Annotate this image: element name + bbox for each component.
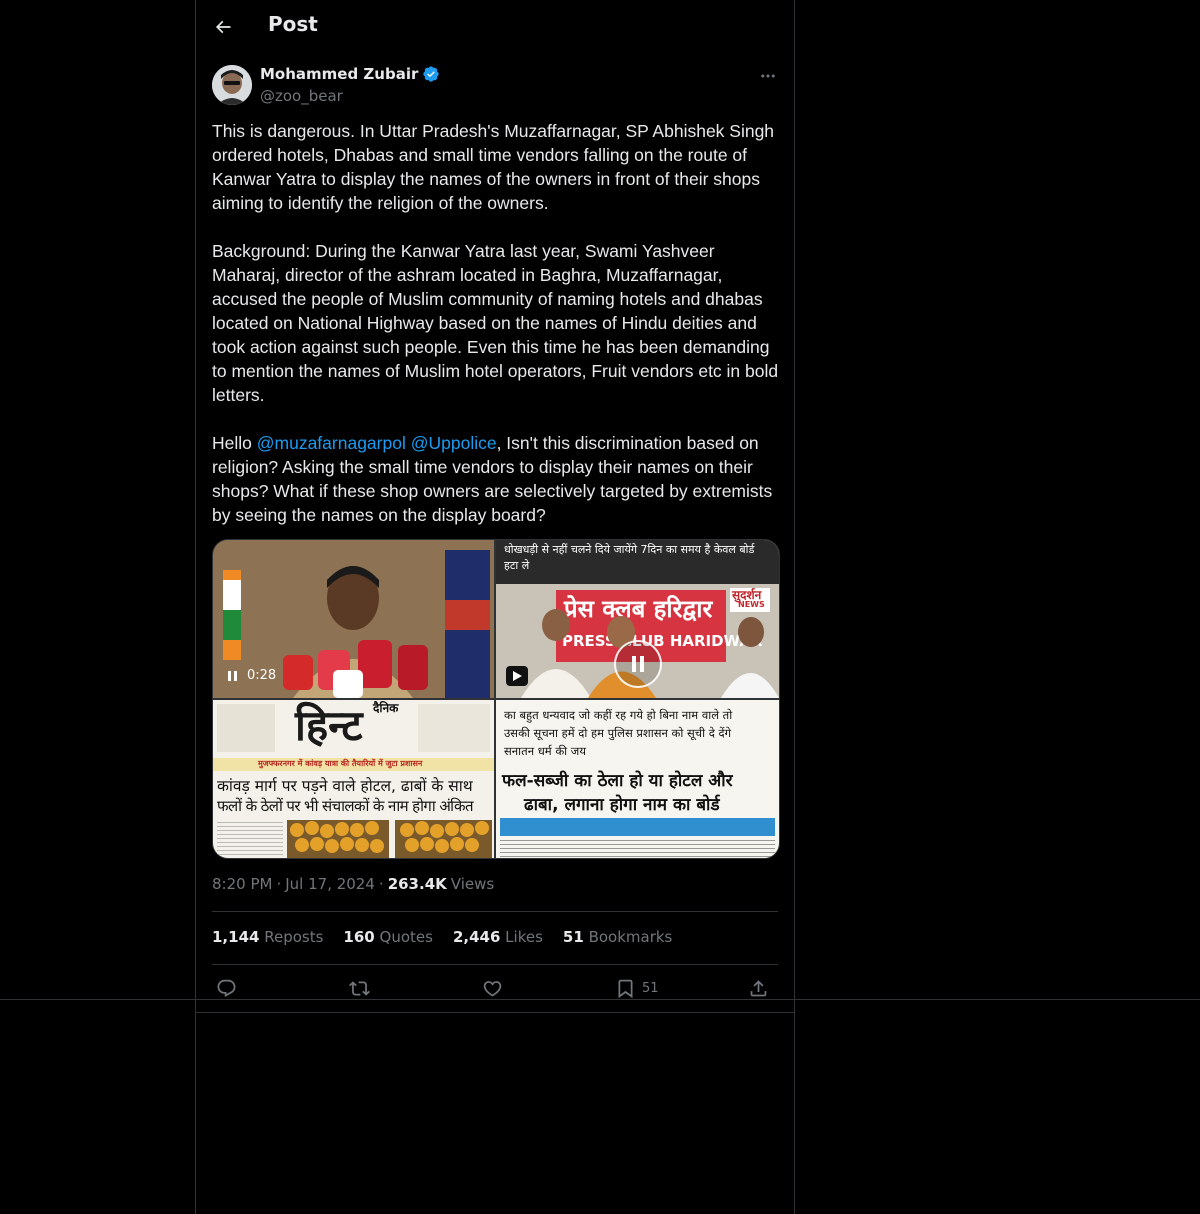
- clipping-headline: फल-सब्जी का ठेला हो या होटल और: [502, 771, 733, 791]
- bookmarks-stat[interactable]: 51 Bookmarks: [563, 928, 672, 946]
- author-name-text[interactable]: Mohammed Zubair: [260, 65, 418, 83]
- clipping-text: का बहुत धन्यवाद जो कहीं रह गये हो बिना न…: [504, 708, 733, 722]
- play-button[interactable]: [506, 666, 528, 686]
- mention-link[interactable]: @muzafarnagarpol: [257, 433, 406, 453]
- video-duration: 0:28: [247, 668, 277, 683]
- bookmark-icon: [618, 979, 633, 999]
- verified-badge-icon: [423, 66, 440, 82]
- video-tile[interactable]: धोखधड़ी से नहीं चलने दिये जायेंगे 7दिन क…: [496, 540, 779, 698]
- back-arrow-icon: [215, 20, 231, 34]
- pause-button[interactable]: [614, 640, 662, 688]
- pause-icon: [632, 656, 644, 672]
- post-text-fragment: Hello: [212, 433, 257, 453]
- author-handle[interactable]: @zoo_bear: [260, 87, 343, 105]
- page-title: Post: [268, 12, 318, 36]
- divider: [212, 964, 778, 965]
- share-icon: [750, 980, 767, 997]
- views-label: Views: [450, 875, 495, 893]
- reply-icon: [217, 979, 236, 997]
- more-button[interactable]: [756, 64, 780, 88]
- share-button[interactable]: [748, 978, 769, 999]
- pause-icon[interactable]: [227, 670, 239, 682]
- newspaper-masthead: हिन्ट: [295, 701, 363, 750]
- avatar[interactable]: [212, 65, 252, 105]
- repost-icon: [349, 981, 370, 996]
- clipping-text: उसकी सूचना हमें दो हम पुलिस प्रशासन को स…: [504, 726, 732, 740]
- like-button[interactable]: [482, 978, 503, 999]
- views-count: 263.4K: [387, 875, 447, 893]
- news-tag: मुजफ्फरनगर में कांवड़ यात्रा की तैयारियो…: [258, 759, 423, 768]
- repost-button[interactable]: [349, 978, 370, 999]
- post-meta: 8:20 PM · Jul 17, 2024 · 263.4K Views: [212, 875, 495, 893]
- news-headline: फलों के ठेलों पर भी संचालकों के नाम होगा…: [217, 797, 474, 815]
- post-time[interactable]: 8:20 PM: [212, 875, 272, 893]
- bookmark-count: 51: [642, 981, 659, 996]
- post-header: Post: [196, 0, 794, 53]
- image-tile[interactable]: दैनिक हिन्ट मुजफ्फरनगर में कांवड़ यात्रा…: [213, 700, 494, 858]
- oranges-photo: [287, 820, 492, 858]
- mention-link[interactable]: @Uppolice: [411, 433, 497, 453]
- timeline-column: Post Mohammed Zubair @zoo_bear This is d…: [195, 0, 795, 1214]
- reply-button[interactable]: [216, 978, 237, 999]
- reposts-stat[interactable]: 1,144 Reposts: [212, 928, 323, 946]
- overlay-line: [0, 999, 1200, 1000]
- news-headline: कांवड़ मार्ग पर पड़ने वाले होटल, ढाबों क…: [217, 777, 473, 795]
- like-icon: [483, 981, 502, 997]
- post-date[interactable]: Jul 17, 2024: [285, 875, 375, 893]
- post-body: This is dangerous. In Uttar Pradesh's Mu…: [212, 119, 780, 551]
- post-paragraph: This is dangerous. In Uttar Pradesh's Mu…: [212, 121, 775, 213]
- masthead-small: दैनिक: [373, 701, 399, 715]
- clipping-headline: ढाबा, लगाना होगा नाम का बोर्ड: [524, 795, 720, 815]
- media-grid: 0:28 धोखधड़ी से नहीं चलने दिये जायेंगे 7…: [212, 539, 780, 859]
- more-icon: [761, 74, 775, 78]
- bookmark-button[interactable]: 51: [615, 978, 659, 999]
- clipping-text: सनातन धर्म की जय: [504, 744, 587, 758]
- video-controls: 0:28: [227, 668, 276, 683]
- engagement-stats: 1,144 Reposts 160 Quotes 2,446 Likes 51 …: [212, 928, 672, 946]
- divider: [212, 911, 778, 912]
- quotes-stat[interactable]: 160 Quotes: [343, 928, 433, 946]
- video-tile[interactable]: 0:28: [213, 540, 494, 698]
- image-tile[interactable]: का बहुत धन्यवाद जो कहीं रह गये हो बिना न…: [496, 700, 779, 858]
- play-icon: [513, 671, 522, 681]
- post-paragraph: Hello @muzafarnagarpol @Uppolice, Isn't …: [212, 431, 780, 527]
- back-button[interactable]: [206, 10, 240, 44]
- likes-stat[interactable]: 2,446 Likes: [453, 928, 543, 946]
- author-name[interactable]: Mohammed Zubair: [260, 65, 440, 83]
- overlay-line: [195, 1012, 795, 1013]
- post-paragraph: Background: During the Kanwar Yatra last…: [212, 241, 779, 405]
